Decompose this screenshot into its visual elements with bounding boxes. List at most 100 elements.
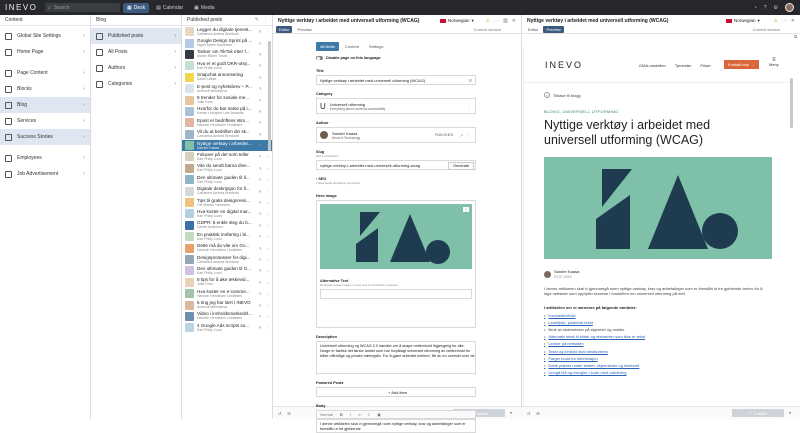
avatar[interactable] (785, 3, 794, 12)
tab-editor[interactable]: Editor (276, 26, 293, 33)
version-select[interactable]: Current version (474, 27, 501, 32)
blog-item-authors[interactable]: Authors › (91, 60, 181, 76)
generate-button[interactable]: Generate (448, 162, 474, 170)
author-reference[interactable]: Sander Kaasa Head of Technology PUBLISHED… (316, 127, 476, 143)
tab-content[interactable]: Content (341, 42, 363, 51)
sidebar-item-job-advertisement[interactable]: Job Advertisement › (0, 166, 90, 182)
split-pane-icon[interactable]: ▥ (503, 18, 508, 24)
help-icon[interactable]: ? (764, 5, 767, 11)
article-list-item[interactable]: Dette prøves under testen: skjermleser o… (544, 362, 794, 369)
site-logo[interactable]: INEVO (545, 60, 583, 70)
slug-input[interactable]: nyttige-verktoy-i-arbeidet-med-universel… (316, 160, 476, 170)
tab-settings[interactable]: Settings (365, 42, 387, 51)
list-item[interactable]: E-post og nyhetsbrev – P... Annicoll Mehd… (182, 83, 272, 94)
list-item[interactable]: Google Design Sprint på ... Signe Marie D… (182, 37, 272, 48)
category-reference[interactable]: U Universell utforming Everything about u… (316, 98, 476, 114)
hero-image-field[interactable]: ⋮ Alternative Text Required unless image… (316, 200, 476, 328)
posts-scrollbar[interactable] (268, 41, 271, 151)
compose-icon[interactable]: ✎ (255, 17, 259, 23)
article-list-item[interactable]: Lesehjelp, justerbar tekst (544, 319, 794, 326)
title-input[interactable]: Nyttige verktøy i arbeidet med universel… (316, 75, 476, 85)
publish-button[interactable]: ⇡Publish (732, 409, 784, 417)
external-link-icon[interactable]: ⧉ (794, 34, 797, 40)
warning-icon[interactable]: ⚠ (773, 18, 777, 24)
more-icon[interactable]: ⋯ (782, 18, 787, 24)
preview-scrollbar[interactable] (790, 78, 793, 128)
site-nav-link[interactable]: Tjenester (675, 63, 692, 68)
list-item[interactable]: Snapchat annonseringDavid Løkke✎○ (182, 72, 272, 83)
close-icon[interactable]: ✕ (512, 18, 516, 24)
list-icon[interactable]: ≡ (368, 412, 370, 417)
list-item[interactable]: Fokuser på det som teller Karl Philip Lun… (182, 151, 272, 162)
bold-icon[interactable]: B (340, 412, 343, 417)
article-list-item[interactable]: Farger brukt for informasjon (544, 355, 794, 362)
list-item[interactable]: Den ultimate guiden til G... Karl Philip … (182, 265, 272, 276)
list-item[interactable]: GDPR: 6 enkle steg du b... Daniel Anderse… (182, 220, 272, 231)
list-item[interactable]: Hva er et godt OKR-utsy... Karl Philip Lu… (182, 60, 272, 71)
chevron-down-icon[interactable]: ▾ (789, 410, 791, 415)
hero-image[interactable]: ⋮ (320, 204, 472, 269)
list-item[interactable]: Tips til gratis designress... Ole Marius … (182, 197, 272, 208)
contact-button[interactable]: Kontakt oss → (724, 60, 759, 69)
list-item[interactable]: Hva koster en e-comme... Hannah Henriksen… (182, 288, 272, 299)
language-select[interactable]: Norwegian ▾ (440, 18, 474, 24)
blog-item-published-posts[interactable]: Published posts › (91, 28, 181, 44)
sidebar-item-success-stories[interactable]: Success Stories › (0, 129, 90, 145)
more-icon[interactable]: ⋯ (494, 18, 499, 24)
list-item[interactable]: Nyttige verktøy i arbeidet... Sander Kaas… (182, 139, 272, 152)
comment-icon[interactable]: ✉ (536, 411, 539, 416)
list-item[interactable]: Epost er bedriftens stim... Hannah Henrik… (182, 117, 272, 128)
article-list-item[interactable]: Alternativ tekst til bilder og elementer… (544, 333, 794, 340)
style-select[interactable]: Normal (320, 412, 333, 417)
add-item-button[interactable]: + Add item (316, 387, 476, 397)
list-item[interactable]: 4 Google Ads scripts so... Karl Philip Lu… (182, 322, 272, 333)
media-tab[interactable]: ▣ Media (190, 3, 218, 13)
list-item[interactable]: Den ultimate guiden til ll... Karl Philip… (182, 174, 272, 185)
tab-preview[interactable]: Preview (543, 26, 564, 33)
tab-preview[interactable]: Preview (294, 26, 314, 33)
article-list-item[interactable]: Kontrastforhold (544, 312, 794, 319)
more-icon[interactable]: ⋮ (467, 133, 471, 138)
blog-item-categories[interactable]: Categories › (91, 76, 181, 92)
sidebar-item-global-site-settings[interactable]: Global Site Settings › (0, 28, 90, 44)
list-item[interactable]: Digitale deskriptjon for ll... Catharina … (182, 185, 272, 196)
list-item[interactable]: Legger du digitale tjenest... Catharina A… (182, 26, 272, 37)
article-list-item[interactable]: Lenker på nettsiden (544, 340, 794, 347)
sidebar-item-blocks[interactable]: Blocks › (0, 81, 90, 97)
blog-item-all-posts[interactable]: All Posts › (91, 44, 181, 60)
tab-editor[interactable]: Editor (525, 26, 541, 33)
more-icon[interactable]: ⋮ (263, 17, 268, 23)
tab-all-fields[interactable]: All fields (316, 42, 339, 51)
list-item[interactable]: Video i innholdsmarkedsf... Hannah Henrik… (182, 311, 272, 322)
list-item[interactable]: Designprosesser for digi... Catharina And… (182, 254, 272, 265)
sidebar-item-employees[interactable]: Employees › (0, 150, 90, 166)
back-to-blog-link[interactable]: ‹ Tilbake til blogg (544, 92, 794, 98)
version-select[interactable]: Current version (753, 27, 780, 32)
settings-icon[interactable]: ⚙ (774, 5, 778, 11)
list-item[interactable]: Vil du at bedriften din sk... Catharina A… (182, 129, 272, 140)
alt-text-input[interactable] (320, 289, 472, 299)
more-icon[interactable]: ⋮ (463, 207, 469, 212)
sidebar-item-home-page[interactable]: Home Page › (0, 44, 90, 60)
preview-language-select[interactable]: Norwegian ▾ (726, 18, 760, 24)
list-item[interactable]: Hvorfor du bør satse på i... Kenan Lindqv… (182, 106, 272, 117)
list-item[interactable]: 8 trender for sosiale me...Julie Foss✎○ (182, 94, 272, 105)
list-item[interactable]: En praktisk innføring i bl... Karl Philip… (182, 231, 272, 242)
desk-tab[interactable]: ▦ Desk (123, 2, 150, 13)
calendar-tab[interactable]: ▤ Calendar (152, 3, 187, 13)
more-icon[interactable]: ⋮ (467, 104, 471, 109)
list-item[interactable]: Hva koster en digital mar... Karl Philip … (182, 208, 272, 219)
body-editor[interactable]: I denne artikkelen skal vi gjennomgå noe… (316, 419, 476, 433)
italic-icon[interactable]: I (350, 412, 351, 417)
warning-icon[interactable]: ⚠ (486, 18, 490, 24)
history-icon[interactable]: ↺ (527, 411, 530, 416)
list-item[interactable]: Vite du sendt barna dine... Karl Philip L… (182, 163, 272, 174)
app-logo[interactable]: INEVO (5, 3, 45, 12)
article-list-item[interactable]: Tekst og innhold skal struktureres (544, 348, 794, 355)
list-item[interactable]: 8 tips for å øke tekkevid... Julie Foss ✎ ○ (182, 277, 272, 288)
comment-icon[interactable]: ✉ (287, 411, 290, 416)
link-icon[interactable]: ↗ (460, 133, 463, 138)
chevron-down-icon[interactable]: ▾ (510, 410, 512, 415)
search-input[interactable]: ⌕ Search (45, 3, 120, 12)
description-textarea[interactable]: Universell utforming og WCAG 2.0 handler… (316, 341, 476, 374)
